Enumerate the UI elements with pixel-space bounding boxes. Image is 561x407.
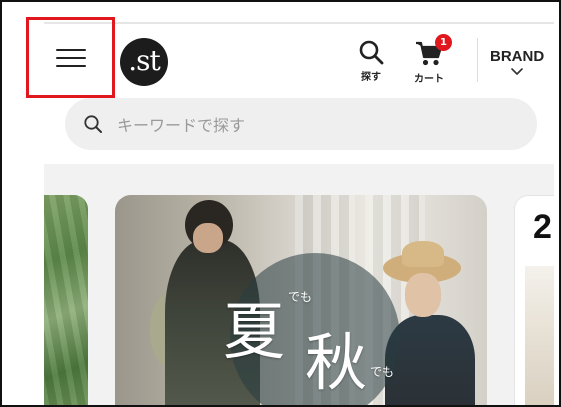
banner-photo-model-left-face [193, 223, 223, 253]
menu-button[interactable] [26, 17, 115, 98]
search-label: 探す [361, 72, 381, 83]
search-placeholder: キーワードで探す [117, 116, 246, 135]
app-screen: .st 探す 1 カート BRAND キーワードで探す 夏 でも 秋 でも 2 [0, 0, 561, 407]
brand-menu-button[interactable]: BRAND [490, 48, 544, 75]
brand-label: BRAND [490, 48, 545, 65]
search-icon [84, 115, 102, 133]
top-divider [44, 22, 554, 24]
banner-headline-small-1: でも [288, 290, 313, 304]
banner-photo-straw-hat-crown [402, 241, 444, 267]
banner-headline-small-2: でも [370, 365, 395, 379]
banner-headline-summer: 夏 [223, 295, 286, 368]
cart-count-badge: 1 [435, 34, 452, 51]
banner-headline-autumn: 秋 [305, 326, 368, 399]
cart-button[interactable]: 1 カート [414, 34, 452, 85]
hamburger-menu-icon [55, 47, 86, 69]
previous-banner-slide[interactable] [44, 195, 88, 405]
chevron-down-icon [511, 68, 523, 75]
keyword-search-field[interactable]: キーワードで探す [65, 98, 537, 150]
next-slide-number: 2 [533, 208, 552, 246]
store-logo[interactable]: .st [120, 38, 168, 86]
search-icon [359, 40, 384, 65]
cart-label: カート [414, 74, 444, 85]
featured-banner-slide[interactable]: 夏 でも 秋 でも [115, 195, 487, 405]
next-slide-photo [525, 266, 554, 405]
logo-text: .st [128, 43, 161, 77]
search-button[interactable]: 探す [358, 39, 384, 83]
banner-photo-model-right-face [405, 273, 441, 317]
header-divider [477, 38, 478, 82]
next-banner-slide[interactable]: 2 [514, 195, 554, 405]
